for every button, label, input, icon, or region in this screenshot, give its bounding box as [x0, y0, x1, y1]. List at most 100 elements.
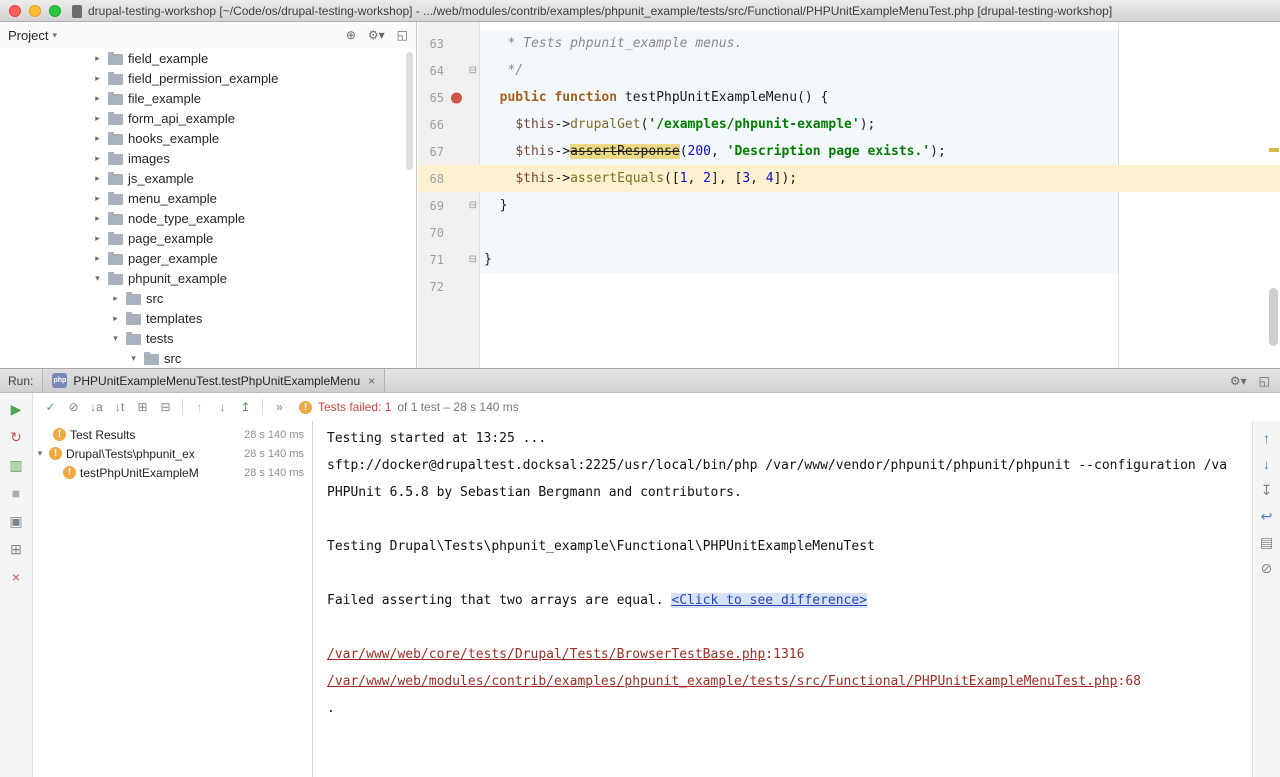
down-stacktrace-icon[interactable]: ↓ [1257, 456, 1277, 473]
tree-item-field_example[interactable]: ▸field_example [0, 48, 416, 68]
editor[interactable]: 63 * Tests phpunit_example menus.64⊟ */6… [418, 22, 1280, 368]
fold-marker-icon[interactable]: ⊟ [469, 255, 477, 265]
tree-item-templates[interactable]: ▸templates [0, 308, 416, 328]
tree-item-js_example[interactable]: ▸js_example [0, 168, 416, 188]
code-line-text[interactable]: } [480, 246, 1280, 273]
chevron-right-icon[interactable]: ▸ [92, 153, 103, 164]
console-output[interactable]: Testing started at 13:25 ...sftp://docke… [314, 421, 1252, 777]
test-failed-gutter-icon[interactable] [451, 92, 462, 103]
run-tab[interactable]: php PHPUnitExampleMenuTest.testPhpUnitEx… [42, 369, 385, 392]
restore-layout-button[interactable]: ⊞ [6, 541, 26, 558]
tree-item-phpunit_example[interactable]: ▾phpunit_example [0, 268, 416, 288]
chevron-down-icon[interactable]: ▾ [128, 353, 139, 364]
chevron-right-icon[interactable]: ▸ [92, 133, 103, 144]
warning-stripe-mark[interactable] [1269, 148, 1279, 152]
file-line-number[interactable]: :1316 [765, 647, 804, 662]
editor-line[interactable]: 65 public function testPhpUnitExampleMen… [418, 84, 1280, 111]
tree-item-src[interactable]: ▸src [0, 288, 416, 308]
import-test-results-icon[interactable]: ↥ [234, 400, 257, 414]
select-opened-file-icon[interactable]: ⊕ [346, 28, 356, 42]
show-ignored-icon[interactable]: ⊘ [62, 400, 85, 414]
editor-line[interactable]: 71⊟} [418, 246, 1280, 273]
editor-line[interactable]: 68 $this->assertEquals([1, 2], [3, 4]); [418, 165, 1280, 192]
up-stacktrace-icon[interactable]: ↑ [1257, 430, 1277, 447]
chevron-right-icon[interactable]: ▸ [92, 213, 103, 224]
settings-gear-icon[interactable]: ⚙▾ [368, 28, 385, 42]
code-line-text[interactable]: $this->assertResponse(200, 'Description … [480, 138, 1280, 165]
chevron-right-icon[interactable]: ▸ [92, 193, 103, 204]
next-failed-test-icon[interactable]: ↓ [211, 400, 234, 414]
tree-item-menu_example[interactable]: ▸menu_example [0, 188, 416, 208]
test-tree-row[interactable]: ▾!Drupal\Tests\phpunit_ex28 s 140 ms [33, 444, 312, 463]
editor-line[interactable]: 63 * Tests phpunit_example menus. [418, 30, 1280, 57]
code-line-text[interactable]: */ [480, 57, 1280, 84]
chevron-right-icon[interactable]: ▸ [92, 173, 103, 184]
rerun-tests-button[interactable]: ▶ [6, 401, 26, 418]
fold-marker-icon[interactable]: ⊟ [469, 201, 477, 211]
editor-line[interactable]: 64⊟ */ [418, 57, 1280, 84]
show-passed-icon[interactable]: ✓ [39, 400, 62, 414]
collapse-all-icon[interactable]: ⊟ [154, 400, 177, 414]
editor-line[interactable]: 66 $this->drupalGet('/examples/phpunit-e… [418, 111, 1280, 138]
chevron-right-icon[interactable]: ▸ [110, 293, 121, 304]
close-button[interactable]: × [6, 569, 26, 586]
test-tree-row[interactable]: !testPhpUnitExampleM28 s 140 ms [33, 463, 312, 482]
settings-gear-icon[interactable]: ⚙▾ [1230, 374, 1247, 388]
tree-item-field_permission_example[interactable]: ▸field_permission_example [0, 68, 416, 88]
hide-panel-icon[interactable]: ◱ [397, 28, 408, 42]
chevron-down-icon[interactable]: ▾ [35, 448, 45, 459]
editor-scrollbar[interactable] [1269, 288, 1278, 346]
tree-item-hooks_example[interactable]: ▸hooks_example [0, 128, 416, 148]
sort-by-duration-icon[interactable]: ↓t [108, 400, 131, 414]
previous-failed-test-icon[interactable]: ↑ [188, 400, 211, 414]
tree-item-images[interactable]: ▸images [0, 148, 416, 168]
file-line-number[interactable]: :68 [1118, 674, 1141, 689]
editor-line[interactable]: 69⊟ } [418, 192, 1280, 219]
print-icon[interactable]: ▤ [1257, 534, 1277, 551]
chevron-right-icon[interactable]: ▸ [92, 233, 103, 244]
expand-all-icon[interactable]: ⊞ [131, 400, 154, 414]
tree-item-node_type_example[interactable]: ▸node_type_example [0, 208, 416, 228]
dump-threads-button[interactable]: ▣ [6, 513, 26, 530]
tree-item-tests[interactable]: ▾tests [0, 328, 416, 348]
code-line-text[interactable] [480, 273, 1280, 300]
file-link[interactable]: /var/www/web/modules/contrib/examples/ph… [327, 674, 1118, 689]
project-panel-title[interactable]: Project [8, 28, 48, 43]
chevron-right-icon[interactable]: ▸ [92, 253, 103, 264]
more-options-icon[interactable]: » [268, 400, 291, 414]
chevron-right-icon[interactable]: ▸ [92, 53, 103, 64]
close-icon[interactable]: × [368, 374, 375, 388]
code-line-text[interactable]: * Tests phpunit_example menus. [480, 30, 1280, 57]
editor-line[interactable]: 72 [418, 273, 1280, 300]
file-link[interactable]: /var/www/web/core/tests/Drupal/Tests/Bro… [327, 647, 765, 662]
stop-button[interactable]: ■ [6, 485, 26, 502]
chevron-right-icon[interactable]: ▸ [110, 313, 121, 324]
toggle-auto-test-button[interactable]: ▥ [6, 457, 26, 474]
project-scrollbar[interactable] [406, 52, 413, 170]
fold-marker-icon[interactable]: ⊟ [469, 66, 477, 76]
tree-item-file_example[interactable]: ▸file_example [0, 88, 416, 108]
tree-item-form_api_example[interactable]: ▸form_api_example [0, 108, 416, 128]
test-tree-row[interactable]: !Test Results28 s 140 ms [33, 425, 312, 444]
code-line-text[interactable]: } [480, 192, 1280, 219]
editor-line[interactable]: 67 $this->assertResponse(200, 'Descripti… [418, 138, 1280, 165]
chevron-right-icon[interactable]: ▸ [92, 113, 103, 124]
scroll-to-end-icon[interactable]: ↧ [1257, 482, 1277, 499]
chevron-right-icon[interactable]: ▸ [92, 73, 103, 84]
tree-item-pager_example[interactable]: ▸pager_example [0, 248, 416, 268]
minimize-window-button[interactable] [29, 5, 41, 17]
chevron-down-icon[interactable]: ▾ [110, 333, 121, 344]
code-line-text[interactable]: public function testPhpUnitExampleMenu()… [480, 84, 1280, 111]
close-window-button[interactable] [9, 5, 21, 17]
rerun-failed-tests-button[interactable]: ↻ [6, 429, 26, 446]
chevron-down-icon[interactable]: ▾ [52, 30, 57, 41]
editor-line[interactable]: 70 [418, 219, 1280, 246]
clear-all-icon[interactable]: ⊘ [1257, 560, 1277, 577]
diff-link[interactable]: <Click to see difference> [671, 593, 867, 608]
hide-panel-icon[interactable]: ◱ [1259, 374, 1270, 388]
sort-alphabetically-icon[interactable]: ↓a [85, 400, 108, 414]
chevron-down-icon[interactable]: ▾ [92, 273, 103, 284]
code-line-text[interactable]: $this->assertEquals([1, 2], [3, 4]); [480, 165, 1280, 192]
zoom-window-button[interactable] [49, 5, 61, 17]
tree-item-src[interactable]: ▾src [0, 348, 416, 368]
